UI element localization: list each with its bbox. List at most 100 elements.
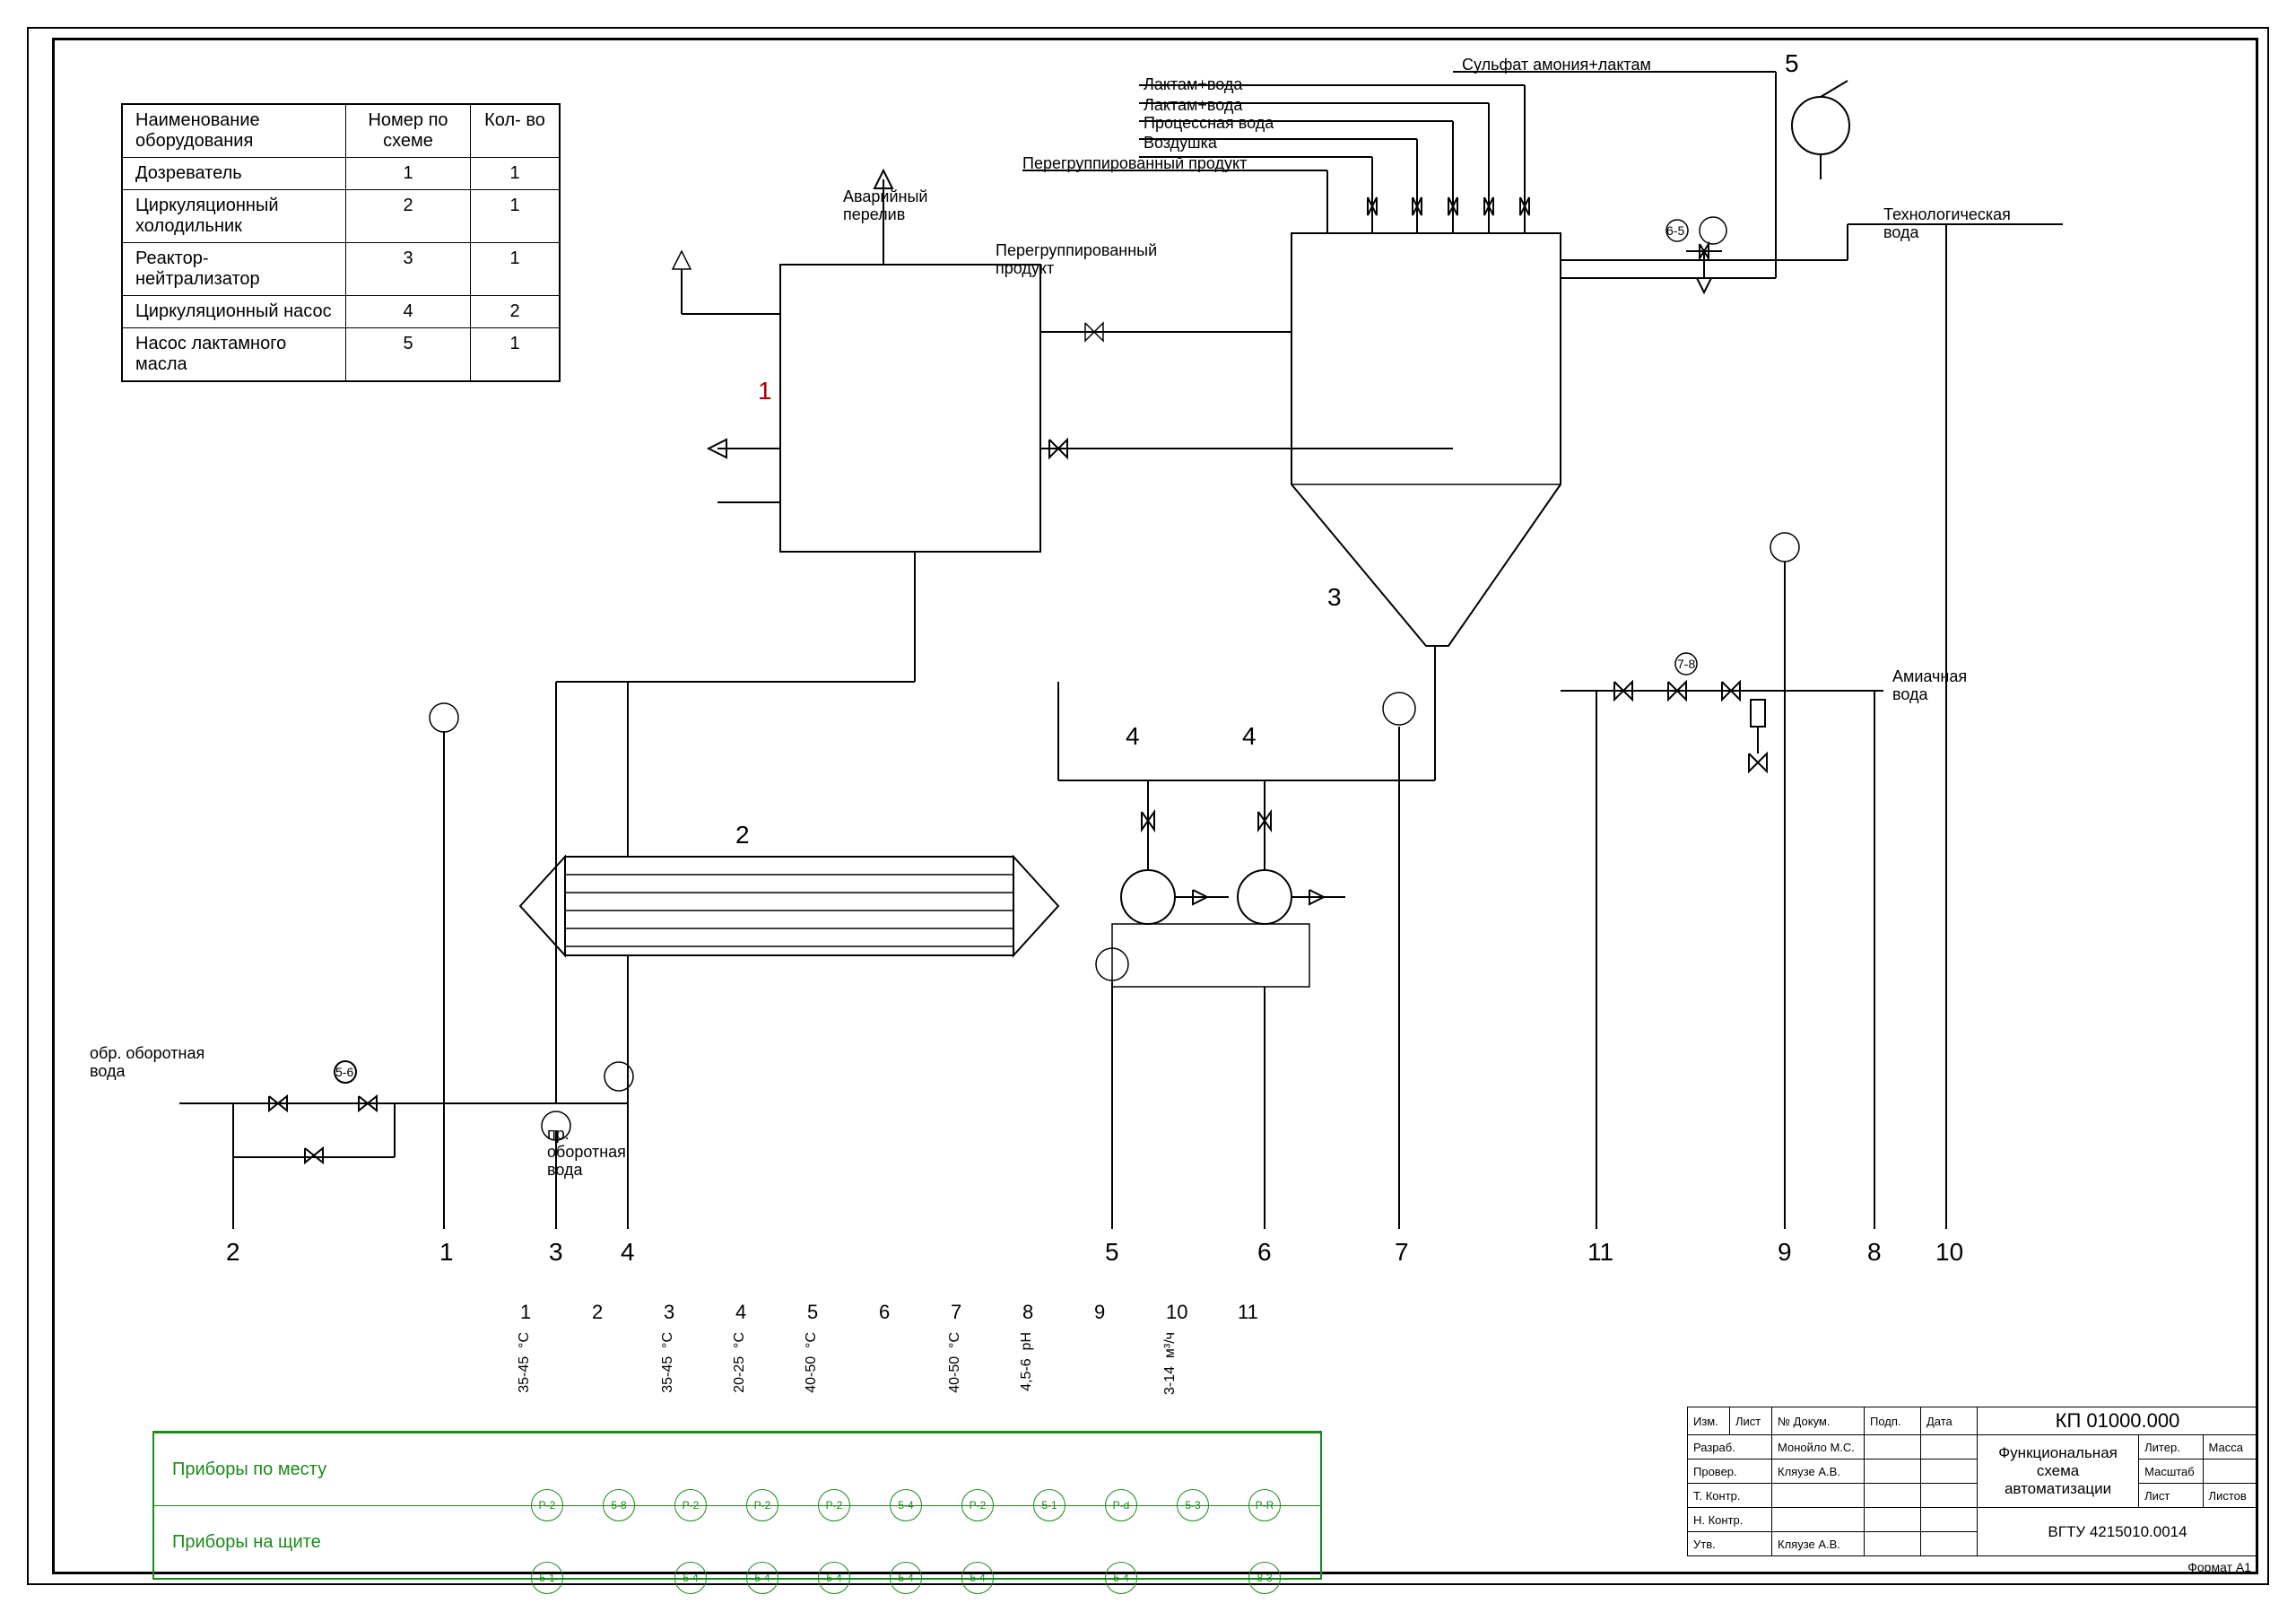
instr-range: 3-14 м³/ч xyxy=(1162,1332,1178,1395)
instrument-bubble: P-2 xyxy=(674,1489,707,1521)
instrument-bubble: P-2 xyxy=(531,1489,563,1521)
instrument-bubble: P-2 xyxy=(746,1489,778,1521)
lbl-laktam1: Лактам+вода xyxy=(1144,76,1242,94)
instrument-bubble: 5-4 xyxy=(890,1562,922,1594)
instr-col-no: 4 xyxy=(735,1301,746,1324)
instrument-bubble: 5-8 xyxy=(603,1489,635,1521)
instr-col-no: 1 xyxy=(520,1301,531,1324)
instr-col-no: 2 xyxy=(592,1301,603,1324)
instrument-bubble: 5-4 xyxy=(961,1562,994,1594)
tb-cell: Дата xyxy=(1921,1407,1978,1435)
tb-cell: Монойло М.С. xyxy=(1772,1435,1865,1460)
chan-9: 9 xyxy=(1778,1238,1792,1267)
instr-range: 35-45 °C xyxy=(660,1332,676,1393)
tb-cell: Утв. xyxy=(1688,1532,1772,1556)
tb-cell: Масса xyxy=(2203,1435,2257,1460)
tb-cell: Лист xyxy=(1730,1407,1772,1435)
instr-col-no: 7 xyxy=(951,1301,961,1324)
lbl-sulfat: Сульфат амония+лактам xyxy=(1462,57,1651,74)
chan-11: 11 xyxy=(1587,1238,1613,1267)
heat-exchanger-2 xyxy=(520,857,1058,955)
lbl-vozdushka: Воздушка xyxy=(1144,135,1217,152)
chan-5: 5 xyxy=(1105,1238,1119,1267)
lbl-process: Процессная вода xyxy=(1144,115,1274,133)
instr-col-no: 3 xyxy=(664,1301,674,1324)
tb-cell: Разраб. xyxy=(1688,1435,1772,1460)
tb-cell: Т. Контр. xyxy=(1688,1484,1772,1508)
tb-title2: схема автоматизации xyxy=(2005,1462,2111,1497)
chan-4: 4 xyxy=(621,1238,635,1267)
equip-no-2: 2 xyxy=(735,821,750,850)
instr-range: 40-50 °C xyxy=(947,1332,963,1393)
instrument-bubble: P-d xyxy=(1105,1489,1137,1521)
instrument-bubble: 5-4 xyxy=(890,1489,922,1521)
instrument-bubble: 5-4 xyxy=(746,1562,778,1594)
tb-org: ВГТУ 4215010.0014 xyxy=(1978,1508,2258,1556)
instrument-bubble: P-2 xyxy=(961,1489,994,1521)
tb-cell: Провер. xyxy=(1688,1460,1772,1484)
tb-cell: Лист xyxy=(2139,1484,2203,1508)
instr-range: 20-25 °C xyxy=(732,1332,748,1393)
lbl-peregr-top: Перегруппированный продукт xyxy=(996,242,1157,278)
tb-cell: Литер. xyxy=(2139,1435,2203,1460)
chan-7: 7 xyxy=(1395,1238,1409,1267)
instrument-bubble: 8-3 xyxy=(1248,1562,1281,1594)
equip-no-3: 3 xyxy=(1327,583,1342,612)
title-block: Изм. Лист № Докум. Подп. Дата КП 01000.0… xyxy=(1687,1407,2258,1574)
drawing-sheet: Наименование оборудования Номер по схеме… xyxy=(0,0,2296,1612)
tb-cell: Листов xyxy=(2203,1484,2257,1508)
row1-label: Приборы по месту xyxy=(154,1460,396,1480)
lbl-peregr: Перегруппированный продукт xyxy=(1022,155,1247,173)
instr-range: 40-50 °C xyxy=(804,1332,820,1393)
chan-8: 8 xyxy=(1867,1238,1882,1267)
equip-no-1: 1 xyxy=(758,377,772,405)
instrument-bubble: P-2 xyxy=(818,1489,850,1521)
tb-cell: Кляузе А.В. xyxy=(1772,1532,1865,1556)
tb-format: Формат А1 xyxy=(1687,1556,2258,1574)
lbl-laktam2: Лактам+вода xyxy=(1144,97,1242,115)
instrument-bubble: P-R xyxy=(1248,1489,1281,1521)
chan-10: 10 xyxy=(1935,1238,1963,1267)
equip-no-5: 5 xyxy=(1785,49,1799,78)
svg-text:7-8: 7-8 xyxy=(1677,657,1695,671)
lbl-amiach: Амиачная вода xyxy=(1892,668,1967,704)
pump-5 xyxy=(1792,97,1849,154)
lbl-tech: Технологическая вода xyxy=(1883,206,2011,242)
lbl-pr: пр. оборотная вода xyxy=(547,1126,626,1179)
instr-range: 4,5-6 pH xyxy=(1019,1332,1035,1391)
instr-col-no: 8 xyxy=(1022,1301,1033,1324)
lbl-obr: обр. оборотная вода xyxy=(90,1045,204,1081)
instr-col-no: 10 xyxy=(1166,1301,1187,1324)
chan-3: 3 xyxy=(549,1238,563,1267)
tb-cell: Н. Контр. xyxy=(1688,1508,1772,1532)
tb-cell: Подп. xyxy=(1865,1407,1921,1435)
chan-6: 6 xyxy=(1257,1238,1272,1267)
vessel-1 xyxy=(780,265,1040,552)
tb-title1: Функциональная xyxy=(1998,1444,2118,1461)
instrument-bubble: 5-4 xyxy=(818,1562,850,1594)
instrument-table: Приборы по месту P-2 5-8 P-2 P-2 P-2 5-4 P-2 5-1… xyxy=(152,1431,1322,1580)
instr-range: 35-45 °C xyxy=(517,1332,533,1393)
chan-1: 1 xyxy=(439,1238,454,1267)
tb-doc-no: КП 01000.000 xyxy=(1978,1407,2258,1435)
svg-text:5-6: 5-6 xyxy=(335,1065,353,1079)
equip-no-4b: 4 xyxy=(1242,722,1257,751)
lbl-avariyniy: Аварийный перелив xyxy=(843,188,927,224)
pump-4a xyxy=(1121,870,1175,924)
svg-text:6-5: 6-5 xyxy=(1666,223,1684,238)
instr-col-no: 5 xyxy=(807,1301,818,1324)
instrument-bubble: 5-4 xyxy=(1105,1562,1137,1594)
equip-no-4a: 4 xyxy=(1126,722,1140,751)
chan-2: 2 xyxy=(226,1238,240,1267)
tb-cell: Масштаб xyxy=(2139,1460,2203,1484)
tb-cell: Изм. xyxy=(1688,1407,1730,1435)
instrument-bubble: 5-1 xyxy=(1033,1489,1065,1521)
instr-col-no: 9 xyxy=(1094,1301,1105,1324)
instrument-bubble: 5-1 xyxy=(531,1562,563,1594)
instrument-bubble: 5-4 xyxy=(674,1562,707,1594)
pump-4b xyxy=(1238,870,1292,924)
tb-cell: Кляузе А.В. xyxy=(1772,1460,1865,1484)
instr-col-no: 6 xyxy=(879,1301,890,1324)
instr-col-no: 11 xyxy=(1238,1301,1258,1324)
tb-cell: № Докум. xyxy=(1772,1407,1865,1435)
